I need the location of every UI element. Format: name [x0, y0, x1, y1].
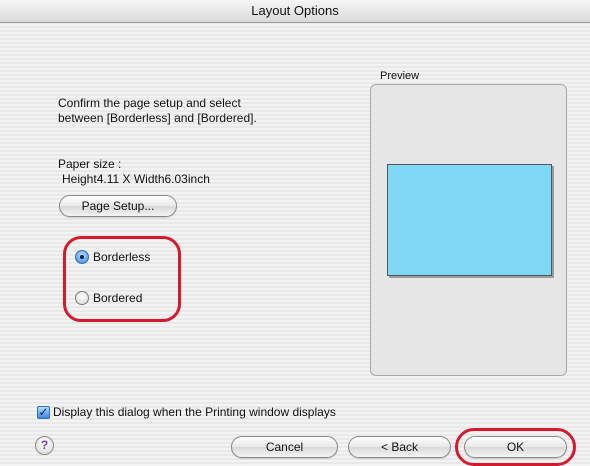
- paper-size-value: Height4.11 X Width6.03inch: [62, 172, 210, 186]
- ok-button[interactable]: OK: [464, 436, 567, 458]
- bordered-label: Bordered: [93, 291, 143, 305]
- page-setup-button[interactable]: Page Setup...: [59, 195, 177, 217]
- display-dialog-checkbox[interactable]: ✓ Display this dialog when the Printing …: [37, 405, 336, 419]
- radio-selected-icon: [75, 250, 89, 264]
- bordered-radio[interactable]: Bordered: [75, 289, 142, 307]
- layout-options-dialog: Layout Options Confirm the page setup an…: [0, 0, 590, 466]
- preview-label: Preview: [380, 70, 420, 82]
- instructions-line-2: between [Borderless] and [Bordered].: [58, 111, 257, 125]
- help-icon: ?: [40, 438, 49, 452]
- instructions-line-1: Confirm the page setup and select: [58, 96, 241, 110]
- paper-size-label: Paper size :: [58, 157, 122, 171]
- instructions-text: Confirm the page setup and select betwee…: [58, 96, 358, 126]
- borderless-radio[interactable]: Borderless: [75, 248, 150, 266]
- borderless-label: Borderless: [93, 250, 151, 264]
- preview-page-image: [387, 164, 552, 276]
- help-button[interactable]: ?: [35, 436, 54, 455]
- display-dialog-label: Display this dialog when the Printing wi…: [53, 405, 336, 419]
- cancel-button[interactable]: Cancel: [231, 436, 338, 458]
- checkbox-checked-icon: ✓: [37, 404, 50, 419]
- back-button[interactable]: < Back: [348, 436, 451, 458]
- window-title: Layout Options: [0, 0, 590, 23]
- radio-unselected-icon: [75, 291, 89, 305]
